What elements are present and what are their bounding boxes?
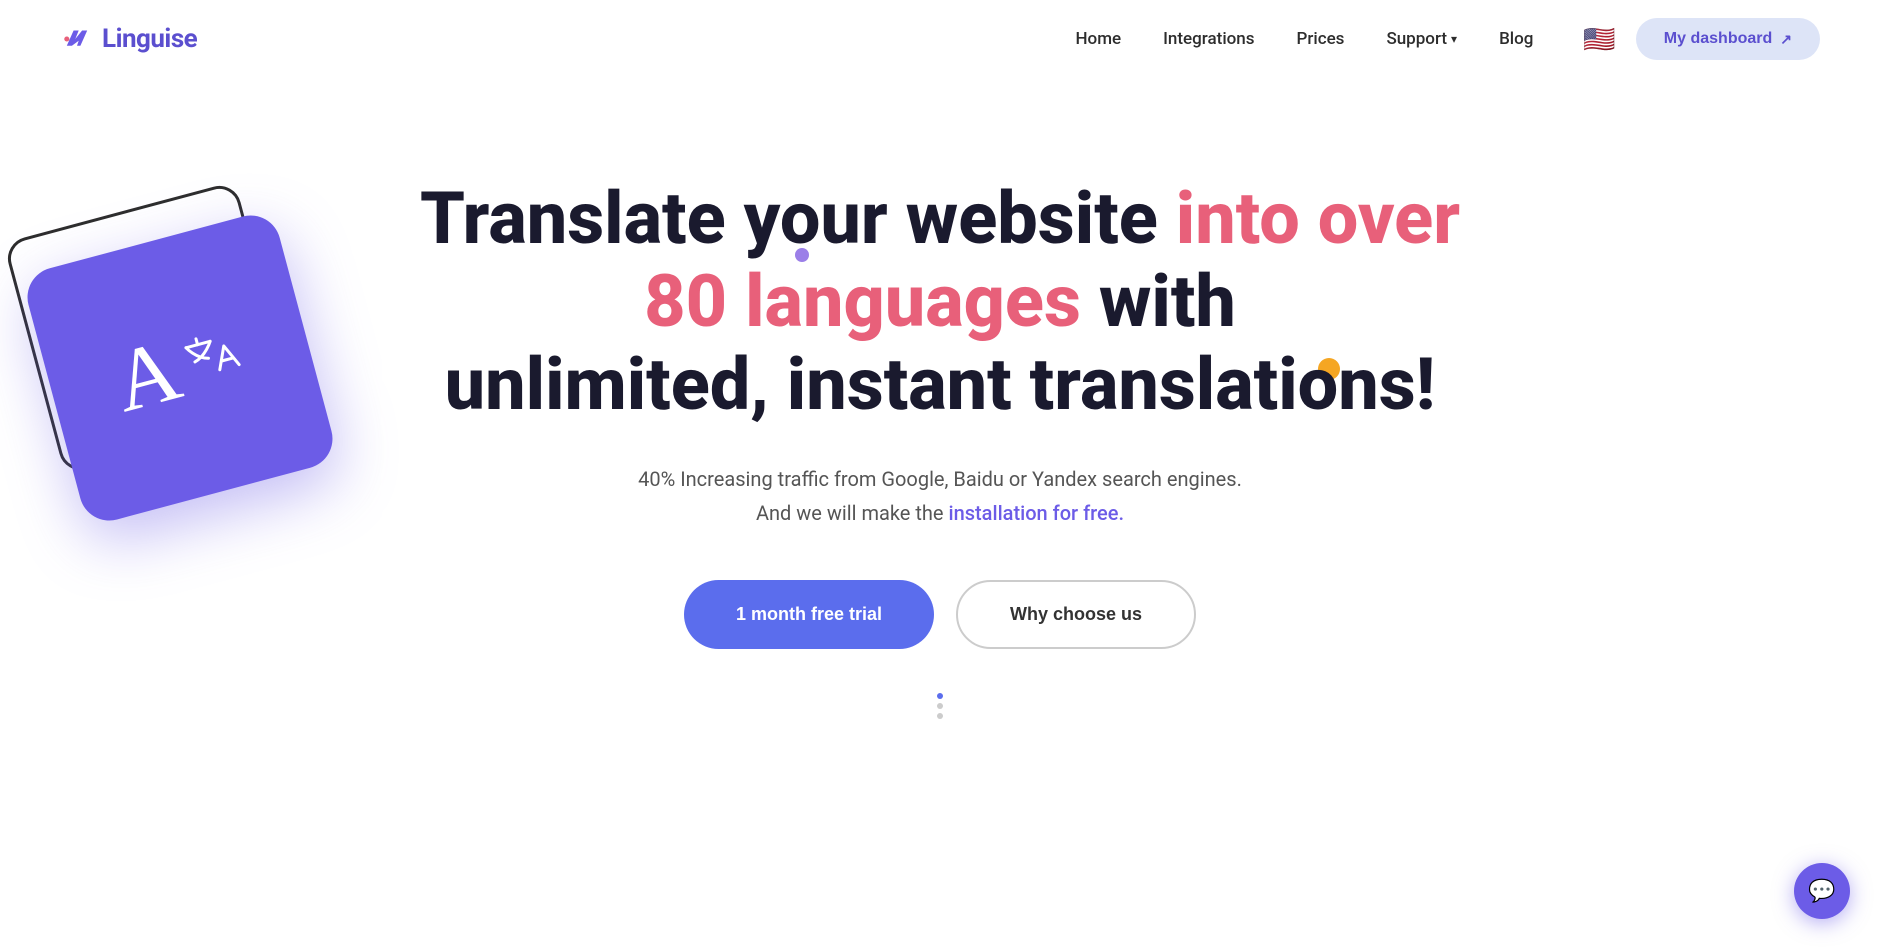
- nav-links: Home Integrations Prices Support ▾ Blog: [1075, 29, 1533, 49]
- scroll-dot-3: [937, 713, 943, 719]
- logo-link[interactable]: Linguise: [60, 22, 197, 56]
- scroll-dot-2: [937, 703, 943, 709]
- card-letter-a: A: [105, 326, 189, 427]
- hero-subtitle-line1: 40% Increasing traffic from Google, Baid…: [638, 467, 1242, 491]
- flag-icon: 🇺🇸: [1583, 24, 1615, 55]
- scroll-indicator: [937, 693, 943, 719]
- support-chevron-icon: ▾: [1451, 32, 1457, 46]
- hero-subtitle-line2: And we will make the: [756, 501, 949, 525]
- nav-item-prices[interactable]: Prices: [1297, 29, 1345, 49]
- hero-title-part1: Translate your website: [420, 176, 1176, 261]
- scroll-dot-1: [937, 693, 943, 699]
- chat-bubble-icon: 💬: [1808, 879, 1835, 904]
- hero-section: A Translate your website into over80 lan…: [0, 78, 1880, 729]
- external-link-icon: ↗: [1780, 31, 1792, 48]
- nav-link-prices[interactable]: Prices: [1297, 29, 1345, 49]
- why-choose-us-button[interactable]: Why choose us: [956, 580, 1196, 649]
- card-icons: A: [105, 308, 255, 427]
- language-selector-button[interactable]: 🇺🇸: [1583, 24, 1615, 55]
- installation-link[interactable]: installation for free.: [949, 501, 1125, 525]
- dashboard-button[interactable]: My dashboard ↗: [1636, 18, 1820, 60]
- nav-link-home[interactable]: Home: [1075, 29, 1121, 49]
- navbar: Linguise Home Integrations Prices Suppor…: [0, 0, 1880, 78]
- logo-text: Linguise: [102, 24, 197, 54]
- hero-title: Translate your website into over80 langu…: [420, 178, 1460, 426]
- nav-right: 🇺🇸 My dashboard ↗: [1583, 18, 1820, 60]
- nav-item-integrations[interactable]: Integrations: [1163, 29, 1254, 49]
- nav-item-home[interactable]: Home: [1075, 29, 1121, 49]
- nav-link-blog[interactable]: Blog: [1499, 29, 1533, 49]
- dashboard-button-label: My dashboard: [1664, 30, 1772, 48]
- nav-link-integrations[interactable]: Integrations: [1163, 29, 1254, 49]
- chat-bubble-button[interactable]: 💬: [1794, 863, 1850, 919]
- free-trial-button[interactable]: 1 month free trial: [684, 580, 934, 649]
- nav-item-blog[interactable]: Blog: [1499, 29, 1533, 49]
- hero-buttons: 1 month free trial Why choose us: [684, 580, 1196, 649]
- translation-card-illustration: A: [30, 208, 350, 528]
- hero-subtitle: 40% Increasing traffic from Google, Baid…: [638, 462, 1242, 530]
- nav-item-support[interactable]: Support ▾: [1386, 29, 1457, 49]
- nav-link-support[interactable]: Support: [1386, 29, 1447, 49]
- logo-icon: [60, 22, 94, 56]
- translate-icon: [178, 322, 251, 395]
